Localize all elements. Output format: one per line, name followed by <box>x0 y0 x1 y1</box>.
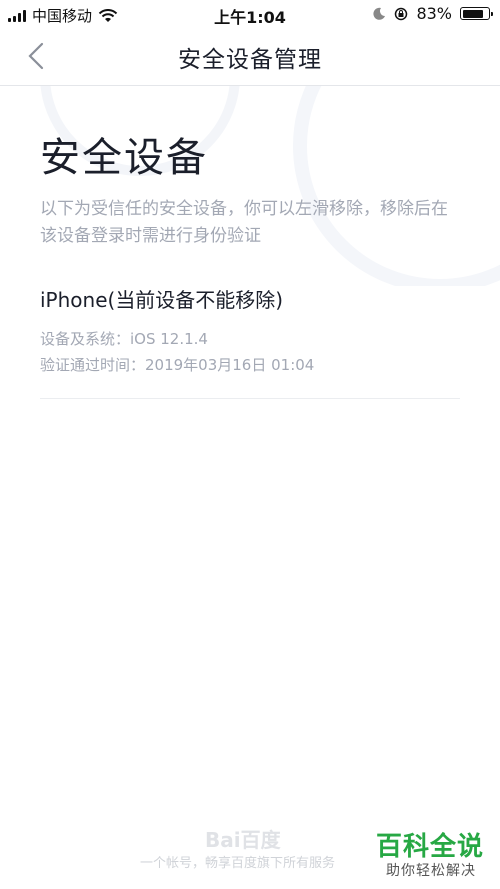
device-system: 设备及系统：iOS 12.1.4 <box>40 330 208 348</box>
watermark-title: 百科全说 <box>375 832 484 862</box>
battery-percent: 83% <box>416 4 452 23</box>
main-content: 安全设备 以下为受信任的安全设备，你可以左滑移除，移除后在该设备登录时需进行身份… <box>40 130 460 399</box>
status-right: 83% <box>372 4 493 23</box>
page-heading: 安全设备 <box>40 135 208 181</box>
page-description: 以下为受信任的安全设备，你可以左滑移除，移除后在该设备登录时需进行身份验证 <box>40 199 448 246</box>
battery-icon <box>460 7 493 20</box>
device-verified-time: 验证通过时间：2019年03月16日 01:04 <box>40 356 315 374</box>
nav-bar: 安全设备管理 <box>0 28 500 86</box>
baidu-logo: Bai百度 <box>205 828 281 852</box>
nav-title: 安全设备管理 <box>178 47 322 73</box>
moon-icon <box>373 7 386 20</box>
rotation-lock-icon <box>395 7 408 20</box>
device-name: iPhone(当前设备不能移除) <box>40 288 284 312</box>
device-meta: 设备及系统：iOS 12.1.4 验证通过时间：2019年03月16日 01:0… <box>40 326 460 378</box>
watermark-subtitle: 助你轻松解决 <box>386 863 476 879</box>
battery-fill <box>462 9 484 18</box>
status-bar: 中国移动 上午1:04 83% <box>0 0 500 28</box>
footer: Bai百度 一个帐号，畅享百度旗下所有服务 百科全说 助你轻松解决 <box>0 820 500 889</box>
footer-slogan: 一个帐号，畅享百度旗下所有服务 <box>140 856 336 871</box>
device-list-item[interactable]: iPhone(当前设备不能移除) 设备及系统：iOS 12.1.4 验证通过时间… <box>40 286 460 399</box>
